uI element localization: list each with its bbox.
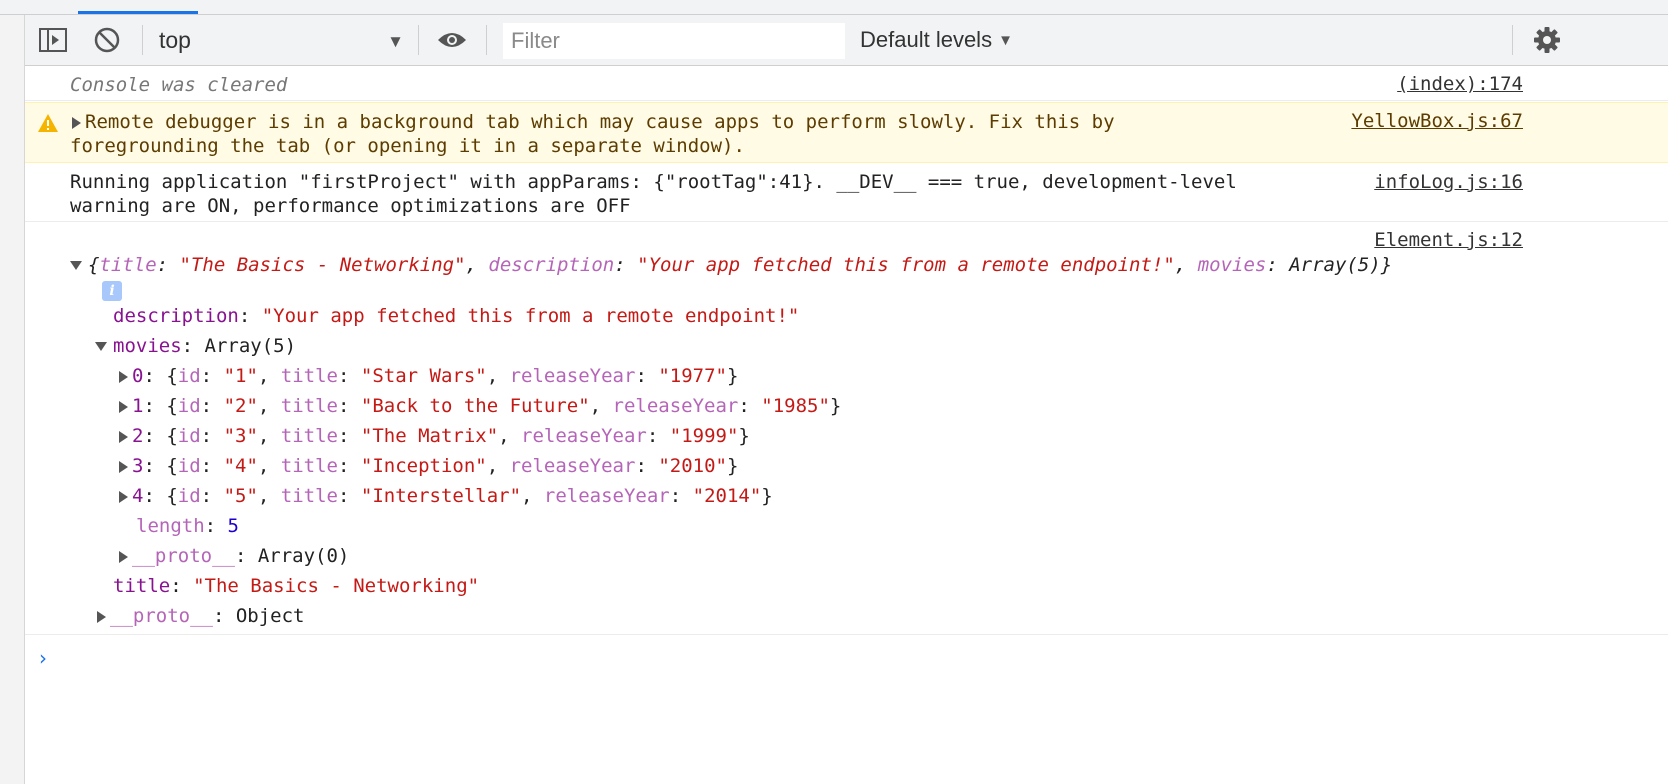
toolbar-separator — [418, 25, 419, 55]
gear-icon[interactable] — [1531, 25, 1563, 55]
toolbar-separator — [1512, 25, 1513, 55]
source-link[interactable]: Element.js:12 — [1374, 229, 1523, 251]
object-summary[interactable]: {title: "The Basics - Networking", descr… — [70, 253, 1392, 277]
filter-input[interactable] — [503, 23, 845, 59]
context-label: top — [159, 26, 191, 53]
console-message-info: Running application "firstProject" with … — [25, 164, 1668, 222]
chevron-down-icon: ▼ — [998, 31, 1013, 49]
info-icon: i — [102, 281, 122, 301]
log-levels-dropdown[interactable]: Default levels ▼ — [860, 23, 1013, 57]
toolbar-separator — [486, 25, 487, 55]
source-link[interactable]: YellowBox.js:67 — [1351, 110, 1523, 132]
expand-triangle-icon[interactable] — [119, 550, 128, 563]
console-message-cleared: Console was cleared (index):174 — [25, 66, 1668, 101]
expand-triangle-icon[interactable] — [97, 610, 106, 623]
expand-triangle-icon[interactable] — [119, 490, 128, 503]
collapse-triangle-icon[interactable] — [95, 342, 107, 351]
expand-triangle-icon[interactable] — [119, 400, 128, 413]
chevron-down-icon: ▼ — [387, 32, 404, 51]
movie-item[interactable]: 3: {id: "4", title: "Inception", release… — [119, 454, 738, 478]
console-prompt-icon[interactable]: › — [39, 646, 47, 670]
property-movies[interactable]: movies: Array(5) — [95, 334, 296, 358]
warning-icon — [37, 113, 59, 138]
devtools-tabstrip — [0, 0, 1668, 15]
collapse-triangle-icon[interactable] — [70, 261, 82, 270]
eye-icon[interactable] — [436, 25, 468, 55]
message-text[interactable]: Remote debugger is in a background tab w… — [70, 110, 1115, 158]
expand-triangle-icon[interactable] — [119, 460, 128, 473]
console-message-warning: Remote debugger is in a background tab w… — [25, 102, 1668, 163]
left-gutter — [0, 15, 25, 784]
info-badge[interactable]: i — [102, 277, 122, 301]
source-link[interactable]: infoLog.js:16 — [1374, 171, 1523, 193]
movie-item[interactable]: 4: {id: "5", title: "Interstellar", rele… — [119, 484, 773, 508]
expand-triangle-icon[interactable] — [119, 370, 128, 383]
property-length: length: 5 — [136, 515, 239, 537]
log-levels-label: Default levels — [860, 27, 993, 52]
property-object-proto[interactable]: __proto__: Object — [97, 604, 304, 628]
property-title: title: "The Basics - Networking" — [113, 575, 480, 597]
toolbar-separator — [142, 25, 143, 55]
expand-triangle-icon[interactable] — [72, 116, 81, 129]
expand-triangle-icon[interactable] — [119, 430, 128, 443]
message-text: Running application "firstProject" with … — [70, 171, 1237, 217]
source-link[interactable]: (index):174 — [1397, 73, 1523, 95]
context-selector[interactable]: top ▼ — [159, 23, 404, 57]
movie-item[interactable]: 0: {id: "1", title: "Star Wars", release… — [119, 364, 738, 388]
movie-item[interactable]: 2: {id: "3", title: "The Matrix", releas… — [119, 424, 750, 448]
clear-console-icon[interactable] — [91, 25, 123, 55]
sidebar-toggle-icon[interactable] — [37, 25, 69, 55]
active-tab-indicator — [78, 11, 198, 14]
movie-item[interactable]: 1: {id: "2", title: "Back to the Future"… — [119, 394, 841, 418]
console-toolbar: top ▼ Default levels ▼ — [25, 15, 1668, 66]
property-description: description: "Your app fetched this from… — [113, 305, 800, 327]
message-text: Console was cleared — [70, 74, 288, 96]
console-message-object: Element.js:12 {title: "The Basics - Netw… — [25, 223, 1668, 635]
console-messages: Console was cleared (index):174 Remote d… — [25, 66, 1668, 784]
property-array-proto[interactable]: __proto__: Array(0) — [119, 544, 349, 568]
